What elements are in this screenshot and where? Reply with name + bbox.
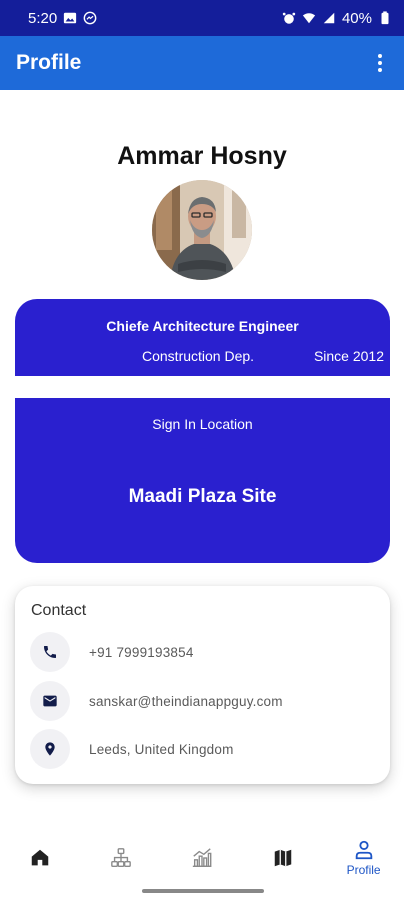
phone-icon <box>30 632 70 672</box>
location-pin-icon <box>30 729 70 769</box>
org-chart-icon <box>111 848 132 867</box>
status-bar-left: 5:20 <box>28 10 97 27</box>
battery-level: 40% <box>341 9 372 27</box>
nav-item-analytics[interactable] <box>162 830 243 886</box>
home-icon <box>32 849 49 866</box>
status-bar: 5:20 40% <box>0 0 404 36</box>
nav-item-home[interactable] <box>0 830 81 886</box>
job-title: Chiefe Architecture Engineer <box>106 318 299 334</box>
user-name: Ammar Hosny <box>117 142 287 170</box>
analytics-icon <box>192 848 212 867</box>
contact-card: Contact +91 7999193854 sanskar@theindian… <box>15 586 390 784</box>
image-icon <box>63 11 77 25</box>
alarm-icon <box>282 11 296 25</box>
nav-item-map[interactable] <box>242 830 323 886</box>
signal-icon <box>322 11 336 25</box>
nav-label-profile: Profile <box>346 863 381 877</box>
since-year: Since 2012 <box>313 348 384 364</box>
gesture-bar[interactable] <box>142 889 264 893</box>
battery-icon <box>378 11 392 25</box>
contact-email-row[interactable]: sanskar@theindianappguy.com <box>30 681 283 721</box>
contact-email-text: sanskar@theindianappguy.com <box>89 693 283 709</box>
contact-phone-row[interactable]: +91 7999193854 <box>30 632 194 672</box>
nav-item-profile[interactable]: Profile <box>323 830 404 886</box>
nav-item-organization[interactable] <box>81 830 162 886</box>
profile-icon <box>355 840 372 860</box>
map-icon <box>274 849 292 867</box>
role-card: Chiefe Architecture Engineer Constructio… <box>15 299 390 376</box>
sign-in-location-card: Sign In Location Maadi Plaza Site <box>15 398 390 563</box>
page-title: Profile <box>16 51 82 74</box>
contact-heading: Contact <box>31 602 87 619</box>
status-time: 5:20 <box>28 9 58 27</box>
department: Construction Dep. <box>142 348 255 364</box>
sign-in-location-value: Maadi Plaza Site <box>128 486 277 507</box>
wifi-icon <box>302 11 316 25</box>
sign-in-location-label: Sign In Location <box>152 416 253 432</box>
bottom-navigation: Profile <box>0 830 404 886</box>
app-bar: Profile <box>0 36 404 90</box>
contact-address-text: Leeds, United Kingdom <box>89 741 234 757</box>
status-bar-right: 40% <box>282 10 392 27</box>
mail-icon <box>30 681 70 721</box>
avatar[interactable] <box>152 180 252 280</box>
messenger-icon <box>83 11 97 25</box>
contact-address-row[interactable]: Leeds, United Kingdom <box>30 729 234 769</box>
more-vert-icon[interactable] <box>370 48 390 78</box>
contact-phone-text: +91 7999193854 <box>89 644 194 660</box>
